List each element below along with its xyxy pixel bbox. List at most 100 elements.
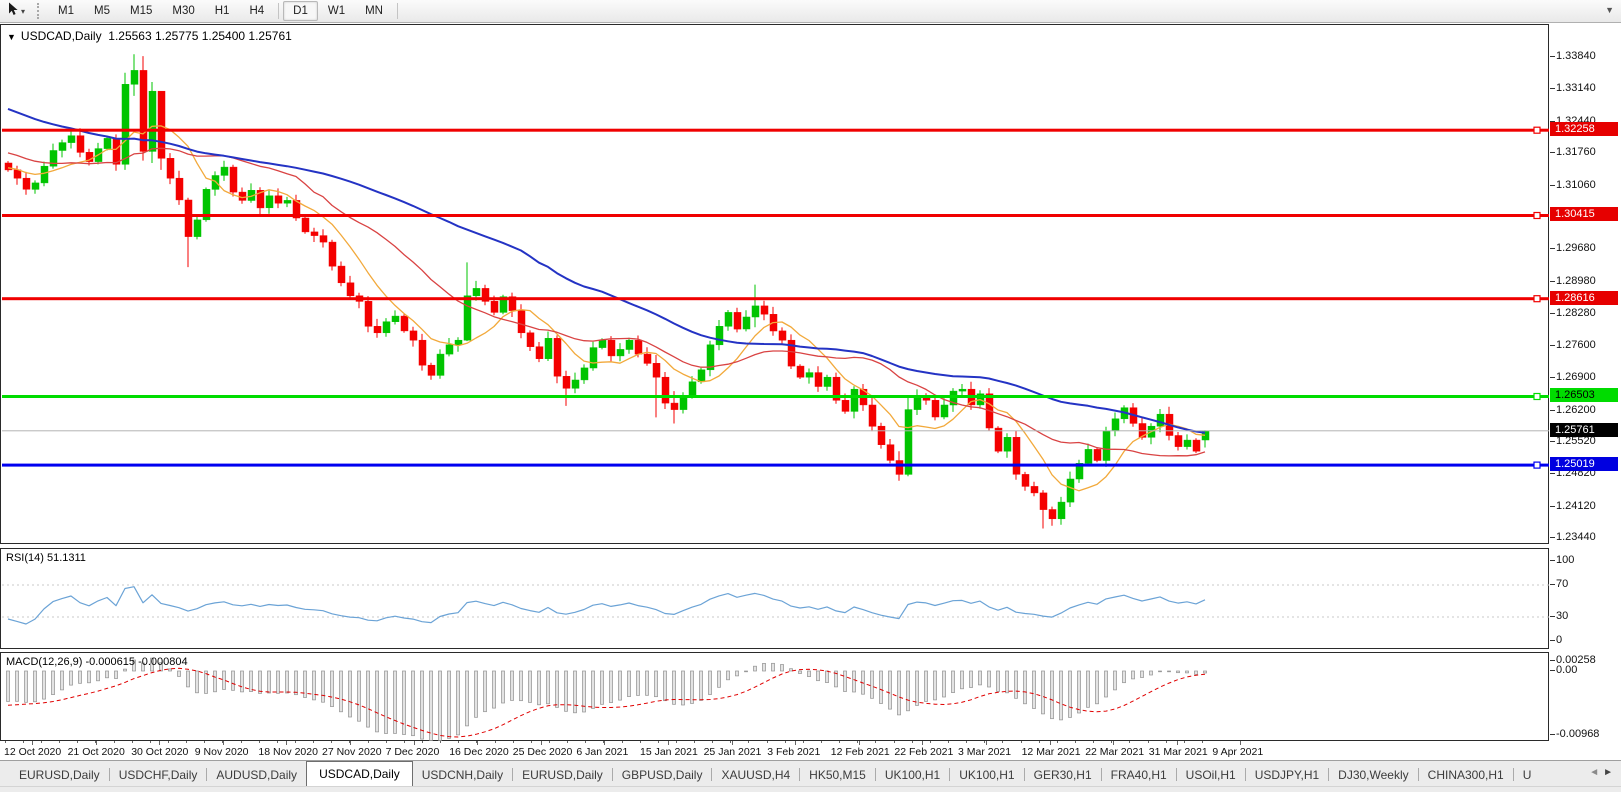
date-minor-tick (186, 741, 187, 743)
date-label: 31 Mar 2021 (1149, 746, 1208, 758)
price-level-label: 1.30415 (1550, 207, 1618, 221)
price-chart-canvas[interactable] (2, 26, 1549, 544)
date-label: 6 Jan 2021 (576, 746, 628, 758)
date-minor-tick (1184, 741, 1185, 743)
tab-scroll-left-icon[interactable]: ◄ (1589, 767, 1603, 778)
chart-tab-usdcnh-daily[interactable]: USDCNH,Daily (413, 764, 512, 786)
date-minor-tick (41, 741, 42, 743)
timeframe-button-w1[interactable]: W1 (318, 1, 355, 21)
date-minor-tick (513, 741, 514, 743)
date-minor-tick (1166, 741, 1167, 743)
timeframe-button-m1[interactable]: M1 (48, 1, 84, 21)
chart-tab-dj30-weekly[interactable]: DJ30,Weekly (1329, 764, 1417, 786)
date-label: 30 Oct 2020 (131, 746, 188, 758)
date-minor-tick (894, 741, 895, 743)
date-minor-tick (658, 741, 659, 743)
date-minor-tick (585, 741, 586, 743)
date-minor-tick (748, 741, 749, 743)
chart-tab-xauusd-h4[interactable]: XAUUSD,H4 (712, 764, 799, 786)
date-minor-tick (313, 741, 314, 743)
chart-tab-eurusd-daily[interactable]: EURUSD,Daily (513, 764, 612, 786)
collapse-triangle-icon[interactable]: ▼ (7, 32, 16, 42)
cursor-pointer-icon (6, 2, 19, 21)
date-label: 22 Feb 2021 (894, 746, 953, 758)
chart-tab-uk100-h1[interactable]: UK100,H1 (950, 764, 1023, 786)
date-minor-tick (676, 741, 677, 743)
timeframe-button-m5[interactable]: M5 (84, 1, 120, 21)
date-minor-tick (803, 741, 804, 743)
chart-tab-gbpusd-daily[interactable]: GBPUSD,Daily (613, 764, 712, 786)
mt4-window: ▾ M1M5M15M30H1H4 D1W1MN ▼ ▼ USDCAD,Daily 1… (0, 0, 1621, 792)
rsi-axis-label: 100 (1556, 554, 1574, 566)
timeframe-button-h1[interactable]: H1 (205, 1, 240, 21)
toolbar-separator (278, 3, 279, 19)
chart-tab-audusd-daily[interactable]: AUDUSD,Daily (207, 764, 306, 786)
chart-tab-uk100-h1[interactable]: UK100,H1 (876, 764, 949, 786)
price-tick-label: 1.24120 (1556, 500, 1596, 512)
date-minor-tick (712, 741, 713, 743)
tab-scroll-right-icon[interactable]: ► (1603, 767, 1617, 778)
rsi-label: RSI(14) 51.1311 (6, 552, 86, 564)
price-tick-label: 1.26200 (1556, 404, 1596, 416)
date-label: 21 Oct 2020 (68, 746, 125, 758)
date-minor-tick (241, 741, 242, 743)
date-minor-tick (1148, 741, 1149, 743)
macd-label: MACD(12,26,9) -0.000615 -0.000804 (6, 656, 188, 668)
chart-tab-hk50-m15[interactable]: HK50,M15 (800, 764, 875, 786)
toolbar-grip[interactable] (37, 3, 42, 19)
date-tick (32, 741, 33, 745)
macd-chart-canvas[interactable] (2, 654, 1549, 741)
chart-tab-u[interactable]: U (1514, 764, 1541, 786)
date-label: 7 Dec 2020 (386, 746, 440, 758)
date-minor-tick (386, 741, 387, 743)
chart-tab-fra40-h1[interactable]: FRA40,H1 (1102, 764, 1176, 786)
rsi-axis-label: 0 (1556, 634, 1562, 646)
chart-tab-usdchf-daily[interactable]: USDCHF,Daily (110, 764, 207, 786)
price-level-label: 1.28616 (1550, 291, 1618, 305)
date-tick (286, 741, 287, 745)
tab-scroll-buttons: ◄► (1589, 767, 1617, 778)
date-minor-tick (930, 741, 931, 743)
date-minor-tick (495, 741, 496, 743)
timeframe-button-mn[interactable]: MN (355, 1, 393, 21)
cursor-tool-button[interactable]: ▾ (0, 2, 29, 21)
timeframe-button-h4[interactable]: H4 (239, 1, 274, 21)
price-tick-label: 1.33840 (1556, 50, 1596, 62)
chart-tab-eurusd-daily[interactable]: EURUSD,Daily (10, 764, 109, 786)
date-minor-tick (1021, 741, 1022, 743)
date-label: 27 Nov 2020 (322, 746, 382, 758)
timeframe-button-m15[interactable]: M15 (120, 1, 162, 21)
chart-tab-usdjpy-h1[interactable]: USDJPY,H1 (1246, 764, 1328, 786)
date-minor-tick (168, 741, 169, 743)
date-label: 12 Mar 2021 (1022, 746, 1081, 758)
date-minor-tick (204, 741, 205, 743)
date-tick (1240, 741, 1241, 745)
date-minor-tick (259, 741, 260, 743)
date-tick (859, 741, 860, 745)
date-minor-tick (640, 741, 641, 743)
chart-tab-usdcad-daily[interactable]: USDCAD,Daily (306, 761, 413, 786)
toolbar-overflow-button[interactable]: ▼ (1605, 5, 1614, 15)
rsi-axis-label: 30 (1556, 610, 1568, 622)
timeframe-button-m30[interactable]: M30 (162, 1, 204, 21)
chart-tab-china300-h1[interactable]: CHINA300,H1 (1419, 764, 1513, 786)
price-level-label: 1.32258 (1550, 122, 1618, 136)
price-axis[interactable]: 1.338401.331401.324401.317601.310601.303… (1549, 23, 1621, 760)
date-minor-tick (1129, 741, 1130, 743)
rsi-chart-canvas[interactable] (2, 550, 1549, 649)
date-minor-tick (549, 741, 550, 743)
date-tick (350, 741, 351, 745)
timeframe-button-group: M1M5M15M30H1H4 D1W1MN (48, 1, 402, 21)
price-tick-label: 1.28280 (1556, 307, 1596, 319)
date-label: 12 Oct 2020 (4, 746, 61, 758)
chart-tab-usoil-h1[interactable]: USOil,H1 (1177, 764, 1245, 786)
chevron-down-icon[interactable]: ▾ (21, 7, 25, 16)
chart-tabs: EURUSD,DailyUSDCHF,DailyAUDUSD,DailyUSDC… (10, 761, 1577, 786)
date-minor-tick (277, 741, 278, 743)
date-minor-tick (1111, 741, 1112, 743)
date-axis[interactable]: 12 Oct 202021 Oct 202030 Oct 20209 Nov 2… (0, 741, 1621, 760)
chart-tab-ger30-h1[interactable]: GER30,H1 (1025, 764, 1101, 786)
timeframe-button-d1[interactable]: D1 (283, 1, 318, 21)
date-tick (96, 741, 97, 745)
date-minor-tick (368, 741, 369, 743)
